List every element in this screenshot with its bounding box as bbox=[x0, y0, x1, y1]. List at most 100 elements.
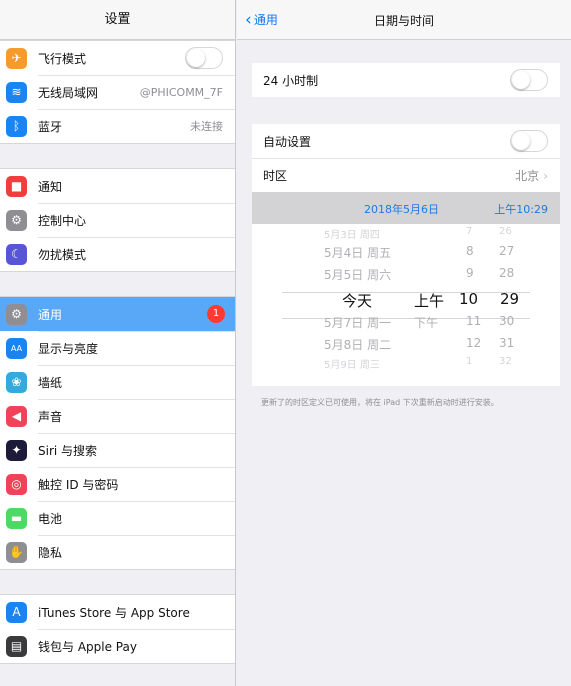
sounds-icon: ◀ bbox=[6, 405, 27, 427]
sidebar-item[interactable]: ✋ 隐私 bbox=[0, 535, 235, 569]
timezone-row[interactable]: 时区 北京 › bbox=[252, 158, 560, 192]
sidebar-item-label: 控制中心 bbox=[38, 213, 87, 228]
chevron-right-icon: › bbox=[543, 169, 548, 183]
selected-date: 2018年5月6日 bbox=[364, 203, 439, 216]
touch-id-icon: ◎ bbox=[6, 473, 27, 495]
privacy-icon: ✋ bbox=[6, 541, 27, 563]
settings-group: ■ 通知 ⚙ 控制中心 ☾ 勿扰模式 bbox=[0, 168, 235, 272]
sidebar-item[interactable]: ■ 通知 bbox=[0, 169, 235, 203]
hour24-card: 24 小时制 bbox=[252, 63, 560, 97]
picker-day: 5月4日 周五 bbox=[324, 246, 392, 260]
selected-datetime-bar[interactable]: 2018年5月6日 上午10:29 bbox=[252, 192, 560, 224]
sidebar-item[interactable]: ✦ Siri 与搜索 bbox=[0, 433, 235, 467]
picker-minute: 28 bbox=[499, 266, 515, 280]
sidebar-item[interactable]: ☾ 勿扰模式 bbox=[0, 237, 235, 271]
group-gap bbox=[0, 272, 235, 296]
page-title: 日期与时间 bbox=[373, 14, 434, 28]
picker-day: 今天 bbox=[342, 292, 373, 310]
display-brightness-icon: AA bbox=[6, 337, 27, 359]
picker-minute: 27 bbox=[499, 244, 515, 258]
sidebar-item[interactable]: AiTunes Store 与 App Store bbox=[0, 595, 235, 629]
picker-minute: 30 bbox=[499, 314, 515, 328]
picker-day: 5月3日 周四 bbox=[324, 230, 380, 241]
auto-set-toggle[interactable] bbox=[510, 130, 548, 152]
picker-minute: 32 bbox=[499, 356, 512, 367]
picker-row[interactable]: 5月5日 周六 9 28 bbox=[252, 266, 560, 288]
hour24-row: 24 小时制 bbox=[252, 63, 560, 97]
picker-minute: 26 bbox=[499, 226, 512, 237]
sidebar-item-label: 通知 bbox=[38, 179, 63, 194]
sidebar-item[interactable]: ❀ 墙纸 bbox=[0, 365, 235, 399]
picker-day: 5月7日 周一 bbox=[324, 316, 392, 330]
auto-time-card: 自动设置 时区 北京 › 2018年5月6日 上午10:29 5月3日 周四 7 26… bbox=[252, 124, 560, 386]
picker-row[interactable]: 5月7日 周一 下午 11 30 bbox=[252, 314, 560, 336]
sidebar-item-label: Siri 与搜索 bbox=[38, 443, 98, 458]
sidebar-item[interactable]: ◎ 触控 ID 与密码 bbox=[0, 467, 235, 501]
sidebar-item-label: 电池 bbox=[38, 511, 63, 526]
timezone-label: 时区 bbox=[263, 169, 288, 183]
sidebar-item-label: 蓝牙 bbox=[38, 119, 63, 134]
sidebar-item-value: 未连接 bbox=[190, 120, 223, 133]
settings-group: ⚙ 通用 1 AA 显示与亮度 ❀ 墙纸 ◀ 声音 ✦ Siri 与搜索 ◎ 触控 ID 与密码 ▬ 电池 ✋… bbox=[0, 296, 235, 570]
picker-hour: 10 bbox=[459, 290, 479, 308]
sidebar-item-label: 钱包与 Apple Pay bbox=[38, 639, 137, 654]
selected-time: 上午10:29 bbox=[494, 203, 548, 216]
picker-minute: 31 bbox=[499, 336, 515, 350]
sidebar-title: 设置 bbox=[0, 0, 235, 40]
sidebar-item-label: 声音 bbox=[38, 409, 63, 424]
picker-ampm: 下午 bbox=[414, 316, 439, 330]
sidebar-item-label: 无线局域网 bbox=[38, 85, 99, 100]
sidebar-item[interactable]: ᛒ 蓝牙 未连接 bbox=[0, 109, 235, 143]
sidebar-item-label: 通用 bbox=[38, 307, 63, 322]
sidebar-item[interactable]: ≋ 无线局域网 @PHICOMM_7F bbox=[0, 75, 235, 109]
settings-group: AiTunes Store 与 App Store ▤ 钱包与 Apple Pay bbox=[0, 594, 235, 664]
date-time-pane: ‹ 通用 日期与时间 24 小时制 自动设置 时区 北京 › 2018年5月6日 … bbox=[237, 0, 571, 686]
sidebar-item[interactable]: ▬ 电池 bbox=[0, 501, 235, 535]
picker-row[interactable]: 5月4日 周五 8 27 bbox=[252, 244, 560, 266]
picker-hour: 8 bbox=[466, 244, 474, 258]
picker-day: 5月9日 周三 bbox=[324, 360, 380, 371]
picker-hour: 12 bbox=[466, 336, 482, 350]
sidebar-item[interactable]: ⚙ 控制中心 bbox=[0, 203, 235, 237]
wallpaper-icon: ❀ bbox=[6, 371, 27, 393]
picker-row[interactable]: 5月9日 周三 1 32 bbox=[252, 356, 560, 378]
do-not-disturb-icon: ☾ bbox=[6, 243, 27, 265]
auto-set-row: 自动设置 bbox=[252, 124, 560, 158]
sidebar-item[interactable]: ⚙ 通用 1 bbox=[0, 297, 235, 331]
airplane-icon: ✈ bbox=[6, 47, 27, 69]
picker-day: 5月8日 周二 bbox=[324, 338, 392, 352]
hour24-label: 24 小时制 bbox=[263, 73, 319, 88]
picker-hour: 11 bbox=[466, 314, 482, 328]
control-center-icon: ⚙ bbox=[6, 209, 27, 231]
hour24-toggle[interactable] bbox=[510, 69, 548, 91]
sidebar-item-label: 显示与亮度 bbox=[38, 341, 99, 356]
picker-row[interactable]: 5月8日 周二 12 31 bbox=[252, 336, 560, 358]
sidebar-item[interactable]: AA 显示与亮度 bbox=[0, 331, 235, 365]
picker-minute: 29 bbox=[500, 290, 520, 308]
date-time-picker[interactable]: 5月3日 周四 7 26 5月4日 周五 8 27 5月5日 周六 9 28 今天 上午 10 29 5月… bbox=[252, 224, 560, 386]
airplane-mode-toggle[interactable] bbox=[185, 47, 223, 69]
sidebar-item-label: 隐私 bbox=[38, 545, 63, 560]
general-icon: ⚙ bbox=[6, 303, 27, 325]
nav-bar: ‹ 通用 日期与时间 bbox=[237, 0, 571, 40]
picker-hour: 7 bbox=[466, 226, 473, 237]
sidebar-groups: ✈ 飞行模式 ≋ 无线局域网 @PHICOMM_7F ᛒ 蓝牙 未连接 ■ 通知 ⚙ 控制中心 ☾ 勿扰模… bbox=[0, 40, 235, 664]
picker-hour: 9 bbox=[466, 266, 474, 280]
picker-ampm: 上午 bbox=[414, 292, 445, 310]
timezone-update-footnote: 更新了的时区定义已可使用，将在 iPad 下次重新启动时进行安装。 bbox=[261, 398, 499, 407]
sidebar-item-label: 飞行模式 bbox=[38, 51, 87, 66]
timezone-value: 北京 bbox=[515, 169, 540, 183]
bluetooth-icon: ᛒ bbox=[6, 115, 27, 137]
wifi-icon: ≋ bbox=[6, 81, 27, 103]
siri-icon: ✦ bbox=[6, 439, 27, 461]
sidebar-item-label: 勿扰模式 bbox=[38, 247, 87, 262]
group-gap bbox=[0, 144, 235, 168]
sidebar-item[interactable]: ▤ 钱包与 Apple Pay bbox=[0, 629, 235, 663]
app-store-icon: A bbox=[6, 601, 27, 623]
settings-sidebar: 设置 ✈ 飞行模式 ≋ 无线局域网 @PHICOMM_7F ᛒ 蓝牙 未连接 ■ 通知 ⚙ 控制中心 ☾… bbox=[0, 0, 236, 686]
picker-row[interactable]: 今天 上午 10 29 bbox=[252, 290, 560, 312]
sidebar-item[interactable]: ✈ 飞行模式 bbox=[0, 41, 235, 75]
settings-group: ✈ 飞行模式 ≋ 无线局域网 @PHICOMM_7F ᛒ 蓝牙 未连接 bbox=[0, 40, 235, 144]
sidebar-item[interactable]: ◀ 声音 bbox=[0, 399, 235, 433]
group-gap bbox=[0, 570, 235, 594]
